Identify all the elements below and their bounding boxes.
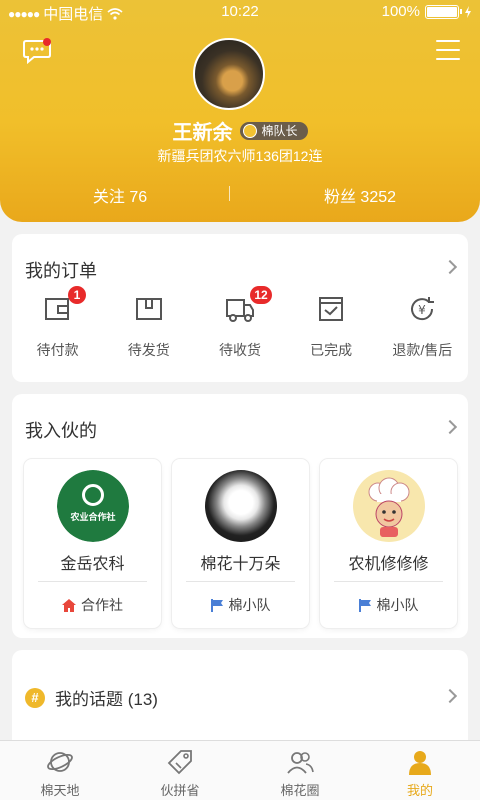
- role-badge: 棉队长: [240, 121, 308, 140]
- tab-mine[interactable]: 我的: [360, 741, 480, 800]
- flag-icon: [210, 598, 223, 612]
- battery-icon: [425, 4, 462, 19]
- joined-item-tag: 棉小队: [320, 595, 457, 615]
- tab-label: 伙拼省: [160, 783, 200, 798]
- follow-count[interactable]: 关注 76: [0, 183, 240, 207]
- fans-count[interactable]: 粉丝 3252: [240, 183, 480, 207]
- tab-label: 棉花圈: [280, 783, 320, 798]
- tab-group-buy[interactable]: 伙拼省: [120, 741, 240, 800]
- refund-icon: ¥: [411, 297, 435, 321]
- person-icon: [409, 751, 431, 775]
- hashtag-icon: #: [25, 687, 45, 708]
- orders-card: 我的订单 1 待付款 待发货 12 待收货 已完成 ¥ 退款/售后: [12, 234, 468, 382]
- flag-icon: [358, 598, 371, 612]
- coin-icon: [243, 123, 258, 138]
- order-completed[interactable]: 已完成: [286, 294, 377, 360]
- chevron-right-icon[interactable]: [442, 419, 458, 435]
- order-label: 退款/售后: [392, 342, 453, 358]
- tab-label: 我的: [406, 783, 433, 798]
- status-bar: ●●●●● 中国电信 10:22 100%: [0, 0, 480, 24]
- order-pending-payment[interactable]: 1 待付款: [12, 286, 103, 360]
- orders-title[interactable]: 我的订单: [25, 257, 97, 283]
- user-location: 新疆兵团农六师136团12连: [157, 148, 323, 164]
- count-badge: 1: [68, 286, 86, 304]
- order-label: 待收货: [218, 342, 261, 358]
- user-name: 王新余: [172, 122, 233, 144]
- chef-logo: [353, 470, 425, 542]
- tag-icon: [167, 750, 192, 775]
- battery-percent: 100%: [381, 3, 420, 20]
- cooperative-logo: 农业合作社: [57, 470, 129, 542]
- people-icon: [287, 752, 314, 774]
- topics-card[interactable]: # 我的话题 (13): [12, 650, 468, 750]
- joined-title[interactable]: 我入伙的: [25, 417, 97, 443]
- avatar[interactable]: [193, 38, 265, 110]
- tab-label: 棉天地: [40, 783, 80, 798]
- joined-item-name: 棉花十万朵: [200, 556, 281, 573]
- check-box-icon: [319, 297, 344, 321]
- order-label: 待付款: [36, 342, 79, 358]
- tab-bar: 棉天地 伙拼省 棉花圈 我的: [0, 740, 480, 800]
- menu-icon[interactable]: [436, 40, 460, 60]
- stats-divider: [229, 186, 230, 201]
- order-refund[interactable]: ¥ 退款/售后: [377, 294, 468, 360]
- planet-icon: [47, 752, 73, 772]
- tab-cotton-circle[interactable]: 棉花圈: [240, 741, 360, 800]
- joined-item-name: 农机修修修: [348, 556, 429, 573]
- chevron-right-icon[interactable]: [442, 688, 458, 704]
- joined-item-name: 金岳农科: [60, 556, 125, 573]
- role-badge-label: 棉队长: [261, 124, 298, 138]
- joined-item[interactable]: 农机修修修 棉小队: [320, 459, 457, 628]
- joined-item-tag: 合作社: [24, 595, 161, 615]
- home-icon: [62, 598, 76, 612]
- joined-item[interactable]: 棉花十万朵 棉小队: [172, 459, 309, 628]
- joined-item[interactable]: 农业合作社 金岳农科 合作社: [24, 459, 161, 628]
- message-icon[interactable]: [22, 38, 52, 64]
- profile-header: ●●●●● 中国电信 10:22 100% 王新余 棉队长 新疆兵团农六师136…: [0, 0, 480, 222]
- count-badge: 12: [250, 286, 272, 304]
- joined-item-tag: 棉小队: [172, 595, 309, 615]
- cotton-logo: [205, 470, 277, 542]
- svg-text:¥: ¥: [419, 303, 427, 317]
- order-pending-receipt[interactable]: 12 待收货: [194, 286, 285, 360]
- box-icon: [135, 298, 162, 320]
- topics-label: 我的话题 (13): [55, 690, 158, 709]
- tab-cotton-world[interactable]: 棉天地: [0, 741, 120, 800]
- logo-text: 农业合作社: [70, 512, 116, 522]
- order-label: 待发货: [127, 342, 170, 358]
- order-label: 已完成: [310, 342, 353, 358]
- joined-card: 我入伙的 农业合作社 金岳农科 合作社 棉花十万朵 棉小队 农机修修修 棉小队: [12, 394, 468, 638]
- chevron-right-icon[interactable]: [442, 259, 458, 275]
- user-stats: 关注 76 粉丝 3252: [0, 183, 480, 207]
- charging-icon: [465, 5, 471, 18]
- order-pending-shipment[interactable]: 待发货: [103, 294, 194, 360]
